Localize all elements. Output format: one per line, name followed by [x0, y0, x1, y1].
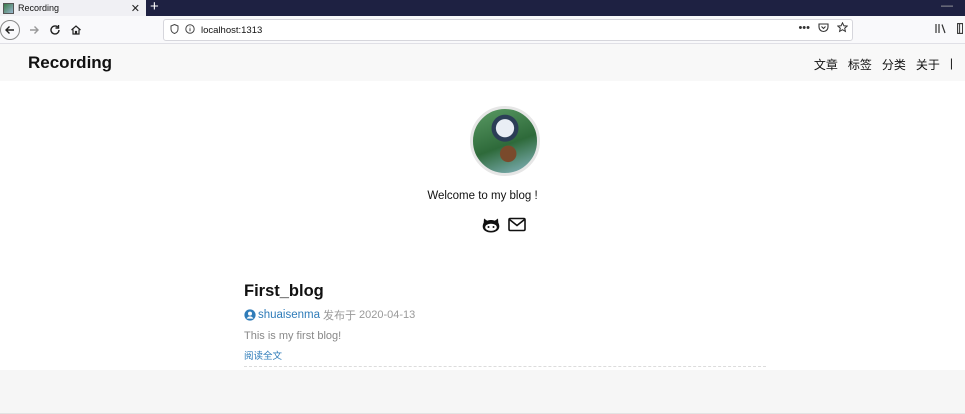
pocket-icon[interactable] [818, 22, 829, 36]
page-actions-icon[interactable]: ••• [798, 22, 810, 36]
footer-band [0, 370, 965, 414]
nav-item-about[interactable]: 关于 [916, 56, 940, 73]
new-tab-button[interactable]: + [150, 0, 159, 15]
address-bar[interactable]: localhost:1313 ••• [163, 19, 853, 41]
tab-title: Recording [18, 3, 60, 13]
site-title[interactable]: Recording [28, 53, 112, 73]
nav-item-tags[interactable]: 标签 [848, 56, 872, 73]
reload-icon [50, 25, 60, 35]
post-item: First_blog shuaisenma 发布于 2020-04-13 Thi… [244, 282, 766, 364]
back-button[interactable] [0, 20, 20, 40]
library-icon[interactable] [935, 23, 947, 37]
browser-tab-strip: Recording ✕ + — [0, 0, 965, 16]
minimize-icon[interactable]: — [941, 0, 953, 12]
site-nav: 文章 标签 分类 关于 | [814, 56, 953, 73]
user-circle-icon [244, 309, 256, 321]
home-icon [71, 25, 81, 35]
info-icon[interactable] [185, 23, 195, 37]
forward-button[interactable] [24, 20, 44, 40]
mail-icon[interactable] [508, 217, 526, 232]
post-divider [244, 366, 766, 367]
avatar [470, 106, 540, 176]
post-date-prefix: 发布于 [323, 310, 357, 322]
read-more-link[interactable]: 阅读全文 [244, 348, 282, 362]
tab-close-icon[interactable]: ✕ [131, 2, 140, 15]
post-meta: shuaisenma 发布于 2020-04-13 [244, 307, 766, 323]
bookmark-star-icon[interactable] [836, 21, 849, 36]
nav-item-categories[interactable]: 分类 [882, 56, 906, 73]
nav-separator: | [949, 56, 953, 70]
shield-icon[interactable] [170, 23, 179, 37]
github-icon[interactable] [482, 217, 500, 233]
welcome-text: Welcome to my blog ! [427, 190, 538, 202]
browser-toolbar: localhost:1313 ••• [0, 16, 965, 44]
tab-favicon-icon [3, 2, 14, 14]
social-links [482, 217, 526, 233]
post-summary: This is my first blog! [244, 330, 342, 342]
url-text: localhost:1313 [201, 24, 263, 36]
site-header: Recording 文章 标签 分类 关于 | [0, 44, 965, 81]
reload-button[interactable] [45, 20, 65, 40]
post-author[interactable]: shuaisenma [258, 309, 320, 321]
browser-tab[interactable]: Recording ✕ [0, 0, 146, 16]
sidebar-toggle-icon[interactable] [957, 23, 964, 37]
back-arrow-icon [5, 26, 14, 34]
post-title[interactable]: First_blog [244, 282, 766, 301]
nav-item-articles[interactable]: 文章 [814, 56, 838, 73]
post-date: 2020-04-13 [359, 309, 416, 321]
forward-arrow-icon [30, 26, 39, 34]
home-button[interactable] [66, 20, 86, 40]
